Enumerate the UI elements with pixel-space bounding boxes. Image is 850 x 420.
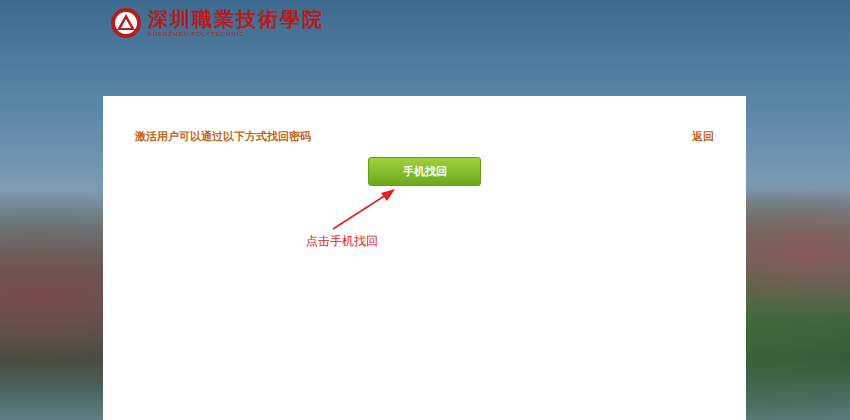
annotation-text: 点击手机找回 [306, 232, 378, 250]
panel-title: 激活用户可以通过以下方式找回密码 [135, 128, 311, 145]
button-list: 手机找回 [135, 157, 714, 186]
page: 深圳職業技術學院 SHENZHEN POLYTECHNIC 激活用户可以通过以下方… [0, 0, 850, 420]
emblem-icon [110, 7, 142, 39]
logo: 深圳職業技術學院 SHENZHEN POLYTECHNIC [148, 9, 324, 37]
logo-subtext: SHENZHEN POLYTECHNIC [148, 31, 324, 37]
phone-recovery-button[interactable]: 手机找回 [368, 157, 481, 186]
panel: 激活用户可以通过以下方式找回密码 返回手机找回 [103, 96, 746, 420]
arrow-icon [325, 185, 405, 235]
header: 深圳職業技術學院 SHENZHEN POLYTECHNIC [0, 0, 850, 40]
logo-text: 深圳職業技術學院 [148, 9, 324, 29]
back-link[interactable]: 返回 [692, 128, 714, 145]
panel-header: 激活用户可以通过以下方式找回密码 返回 [135, 128, 714, 145]
